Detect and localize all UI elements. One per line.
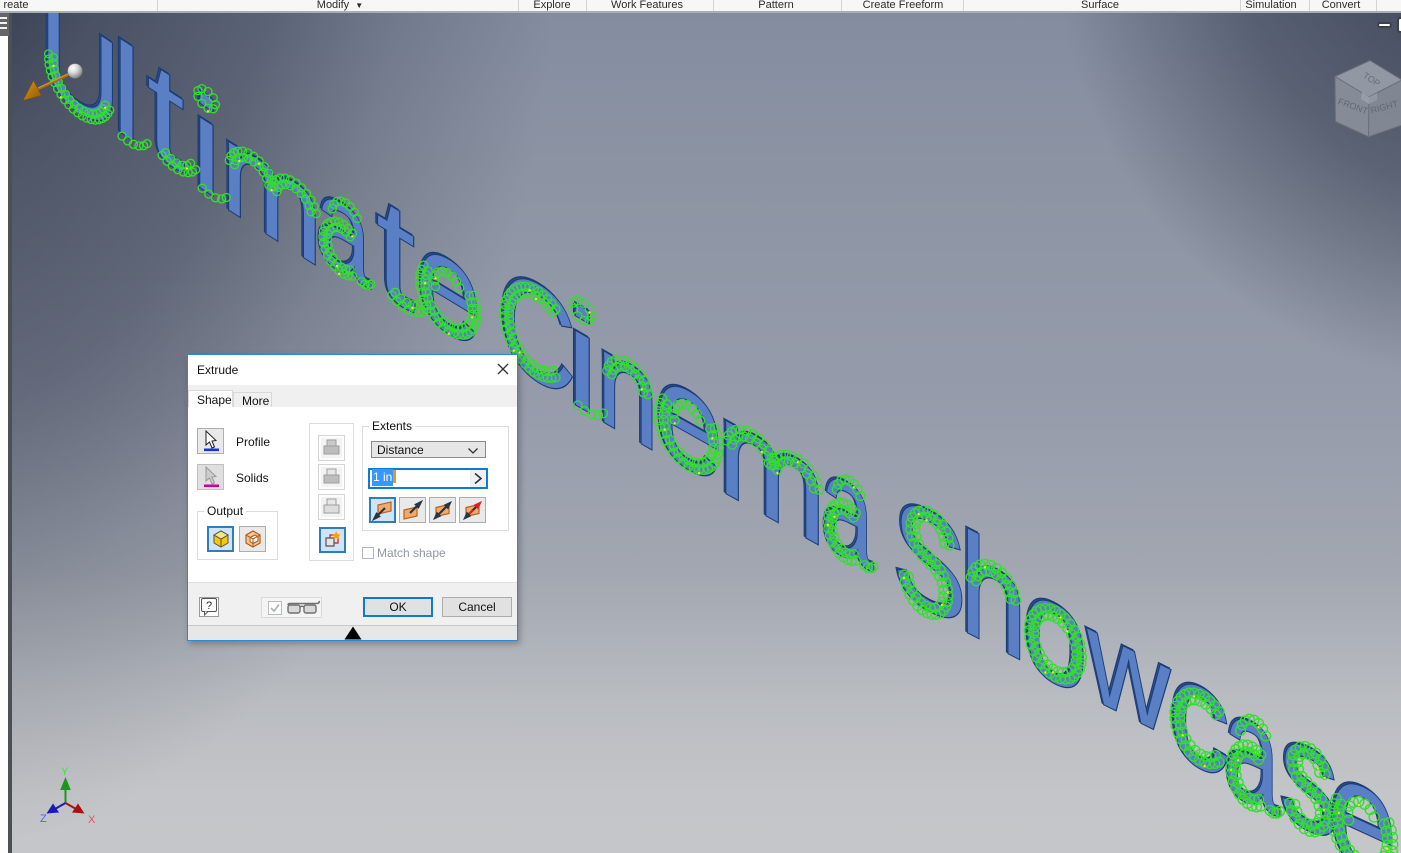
svg-text:?: ? <box>206 600 212 612</box>
svg-text:Z: Z <box>40 813 47 825</box>
svg-text:X: X <box>88 814 96 826</box>
svg-text:Y: Y <box>61 766 69 778</box>
